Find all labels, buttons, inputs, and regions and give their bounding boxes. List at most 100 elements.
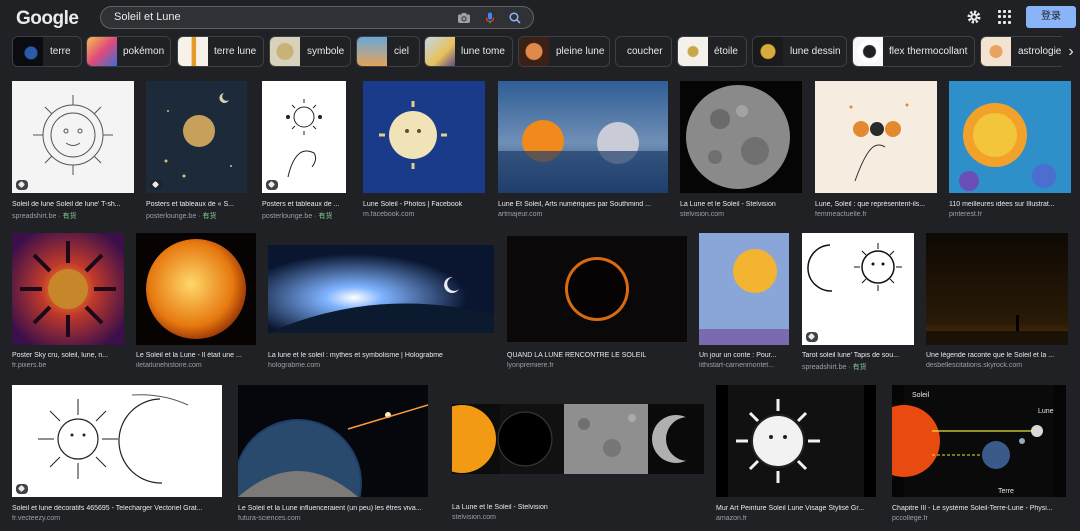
image-result[interactable]: Posters et tableaux de ... posterlounge.… — [262, 81, 346, 221]
result-title[interactable]: Lune, Soleil : que représentent-ils... — [815, 201, 937, 208]
result-image — [452, 404, 704, 474]
chip-label: symbole — [307, 46, 345, 57]
search-icon[interactable] — [508, 11, 522, 25]
result-title[interactable]: 110 meilleures idées sur Illustrat... — [949, 201, 1071, 208]
chip-astrologie[interactable]: astrologie — [980, 36, 1066, 67]
search-input[interactable]: Soleil et Lune — [114, 11, 181, 23]
shopping-tag-icon — [266, 180, 278, 190]
result-image — [238, 385, 428, 497]
result-title[interactable]: Soleil de lune Soleil de lune' T-sh... — [12, 201, 134, 208]
shopping-tag-icon — [16, 180, 28, 190]
chip-pokemon[interactable]: pokémon — [86, 36, 171, 67]
related-searches-bar: terre pokémon terre lune symbole ciel lu… — [0, 36, 1080, 68]
diagram-label-lune: Lune — [1038, 408, 1054, 415]
image-result[interactable]: QUAND LA LUNE RENCONTRE LE SOLEIL lyonpr… — [507, 236, 687, 373]
chip-label: lune dessin — [790, 46, 841, 57]
image-result[interactable]: Soleil et lune décoratifs 465695 - Telec… — [12, 385, 222, 525]
result-title[interactable]: Poster Sky cru, soleil, lune, n... — [12, 352, 124, 359]
image-result[interactable]: Soleil de lune Soleil de lune' T-sh... s… — [12, 81, 134, 221]
result-source: m.facebook.com — [363, 211, 415, 218]
image-result[interactable]: Mur Art Peinture Soleil Lune Visage Styl… — [716, 385, 876, 525]
image-result[interactable]: Poster Sky cru, soleil, lune, n... fr.pi… — [12, 233, 124, 373]
result-source: pinterest.fr — [949, 211, 983, 218]
chip-label: étoile — [714, 46, 738, 57]
chip-symbole[interactable]: symbole — [269, 36, 351, 67]
result-source: stelvision.com — [452, 514, 496, 521]
gear-icon[interactable] — [966, 9, 982, 25]
result-title[interactable]: Posters et tableaux de « S... — [146, 201, 247, 208]
result-source: amazon.fr — [716, 515, 748, 522]
result-title[interactable]: Lune Et Soleil, Arts numériques par Sout… — [498, 201, 668, 208]
chip-coucher[interactable]: coucher — [615, 36, 672, 67]
image-result[interactable]: Lune Et Soleil, Arts numériques par Sout… — [498, 81, 668, 221]
result-title[interactable]: Mur Art Peinture Soleil Lune Visage Styl… — [716, 505, 876, 512]
image-result[interactable]: Une légende raconte que le Soleil et la … — [926, 233, 1068, 373]
chip-pleine-lune[interactable]: pleine lune — [518, 36, 610, 67]
chip-lune-dessin[interactable]: lune dessin — [752, 36, 847, 67]
image-result[interactable]: 110 meilleures idées sur Illustrat... pi… — [949, 81, 1071, 221]
image-icon — [16, 484, 28, 494]
result-title[interactable]: La Lune et le Soleil - Stelvision — [680, 201, 802, 208]
image-result[interactable]: Le Soleil et la Lune influenceraient (un… — [238, 385, 428, 525]
result-title[interactable]: Posters et tableaux de ... — [262, 201, 346, 208]
result-title[interactable]: Le Soleil et la Lune influenceraient (un… — [238, 505, 428, 512]
result-image — [12, 385, 222, 497]
camera-icon[interactable] — [457, 11, 471, 25]
image-result[interactable]: Lune, Soleil : que représentent-ils... f… — [815, 81, 937, 221]
chip-lune-tome[interactable]: lune tome — [424, 36, 513, 67]
mic-icon[interactable] — [483, 11, 497, 25]
result-image — [949, 81, 1071, 193]
chip-terre[interactable]: terre — [12, 36, 82, 67]
result-image — [363, 81, 485, 193]
apps-grid-icon[interactable] — [998, 10, 1012, 24]
result-title[interactable]: La Lune et le Soleil - Stelvision — [452, 504, 704, 511]
result-source: femmeactuelle.fr — [815, 211, 867, 218]
result-title[interactable]: Tarot soleil lune' Tapis de sou... — [802, 352, 914, 359]
result-source: holograbme.com — [268, 362, 321, 369]
chip-terre-lune[interactable]: terre lune — [177, 36, 264, 67]
chip-thumbnail — [981, 37, 1011, 66]
chip-label: pokémon — [123, 46, 165, 57]
image-result[interactable]: Soleil Lune Terre Chapitre III - Le systèm… — [892, 385, 1066, 525]
result-title[interactable]: Chapitre III - Le système Soleil-Terre-L… — [892, 505, 1066, 512]
image-result[interactable]: Posters et tableaux de « S... posterloun… — [146, 81, 247, 221]
image-result[interactable]: La Lune et le Soleil - Stelvision stelvi… — [680, 81, 802, 221]
result-title[interactable]: Soleil et lune décoratifs 465695 - Telec… — [12, 505, 222, 512]
result-source: fr.pixers.be — [12, 362, 47, 369]
result-image — [699, 233, 789, 345]
search-bar[interactable]: Soleil et Lune — [100, 6, 534, 29]
chevron-right-icon[interactable]: › — [1062, 36, 1080, 67]
image-result[interactable]: Le Soleil et la Lune - Il était une ... … — [136, 233, 256, 373]
google-logo[interactable]: Google — [16, 8, 79, 30]
result-source: fr.vecteezy.com — [12, 515, 61, 522]
chip-etoile[interactable]: étoile — [677, 36, 747, 67]
sign-in-button[interactable]: 登录 — [1026, 6, 1076, 28]
image-result[interactable]: La lune et le soleil : mythes et symboli… — [268, 245, 494, 373]
chip-flex-thermocollant[interactable]: flex thermocollant — [852, 36, 975, 67]
chip-label: terre lune — [214, 46, 257, 57]
result-title[interactable]: La lune et le soleil : mythes et symboli… — [268, 352, 494, 359]
result-title[interactable]: QUAND LA LUNE RENCONTRE LE SOLEIL — [507, 352, 687, 359]
chip-ciel[interactable]: ciel — [356, 36, 420, 67]
image-result[interactable]: Lune Soleil - Photos | Facebook m.facebo… — [363, 81, 485, 221]
result-title[interactable]: Lune Soleil - Photos | Facebook — [363, 201, 485, 208]
image-result[interactable]: Un jour un conte : Pour... lithistart-ca… — [699, 233, 789, 373]
result-title[interactable]: Un jour un conte : Pour... — [699, 352, 789, 359]
result-image — [12, 233, 124, 345]
image-result[interactable]: Tarot soleil lune' Tapis de sou... sprea… — [802, 233, 914, 373]
result-source: artmajeur.com — [498, 211, 543, 218]
chip-thumbnail — [270, 37, 300, 66]
chip-thumbnail — [178, 37, 208, 66]
result-source-domain: spreadshirt.be — [12, 213, 57, 220]
image-result[interactable]: La Lune et le Soleil - Stelvision stelvi… — [452, 404, 704, 525]
result-image — [136, 233, 256, 345]
result-image — [262, 81, 346, 193]
result-source: desbellescitations.skyrock.com — [926, 362, 1023, 369]
result-title[interactable]: Une légende raconte que le Soleil et la … — [926, 352, 1068, 359]
result-source: futura-sciences.com — [238, 515, 301, 522]
result-image — [680, 81, 802, 193]
stock-badge: 有货 — [852, 364, 867, 371]
result-title[interactable]: Le Soleil et la Lune - Il était une ... — [136, 352, 256, 359]
result-image — [12, 81, 134, 193]
result-image — [802, 233, 914, 345]
